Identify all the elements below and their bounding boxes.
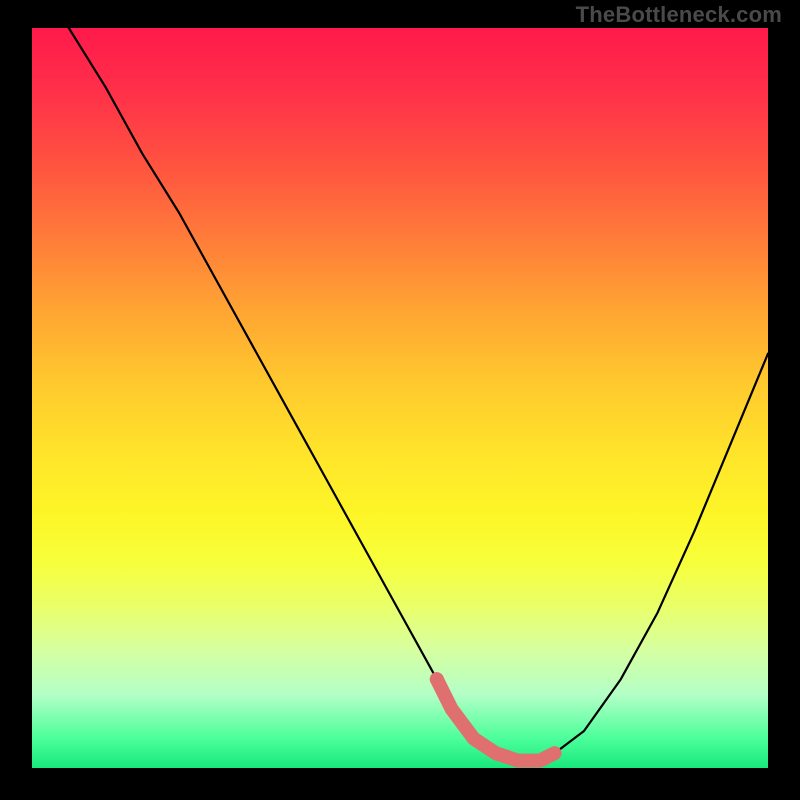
highlight-segment <box>437 679 555 760</box>
highlight-dot <box>430 672 444 686</box>
chart-frame: TheBottleneck.com <box>0 0 800 800</box>
curve-path <box>69 28 768 761</box>
chart-svg <box>32 28 768 768</box>
watermark-text: TheBottleneck.com <box>576 2 782 28</box>
plot-gradient-area <box>32 28 768 768</box>
